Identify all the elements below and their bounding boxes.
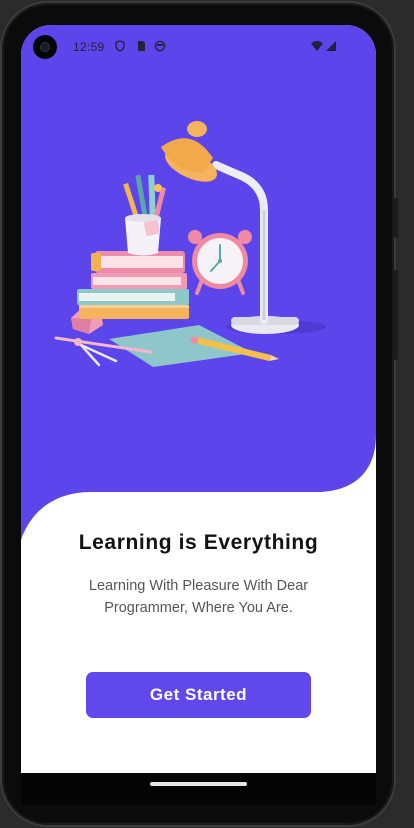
volume-button — [394, 270, 398, 360]
signal-icon — [326, 41, 336, 51]
wifi-icon — [311, 41, 323, 51]
front-camera — [33, 35, 57, 59]
hero-section — [21, 25, 376, 540]
navigation-bar — [21, 773, 376, 805]
onboarding-subtitle: Learning With Pleasure With Dear Program… — [88, 578, 309, 616]
status-time: 12:59 — [73, 40, 105, 54]
hero-background — [21, 25, 376, 540]
power-button — [394, 198, 398, 238]
onboarding-title: Learning is Everything — [78, 531, 319, 554]
home-indicator[interactable] — [150, 782, 247, 786]
books-illustration — [77, 251, 189, 319]
shield-icon — [115, 40, 125, 52]
app-screen: 12:59 Learning is Everything Learning Wi… — [21, 25, 376, 773]
status-bar: 12:59 — [21, 25, 376, 69]
sim-card-icon — [138, 41, 145, 51]
face-status-icon — [154, 40, 166, 52]
get-started-button[interactable]: Get Started — [86, 672, 311, 718]
